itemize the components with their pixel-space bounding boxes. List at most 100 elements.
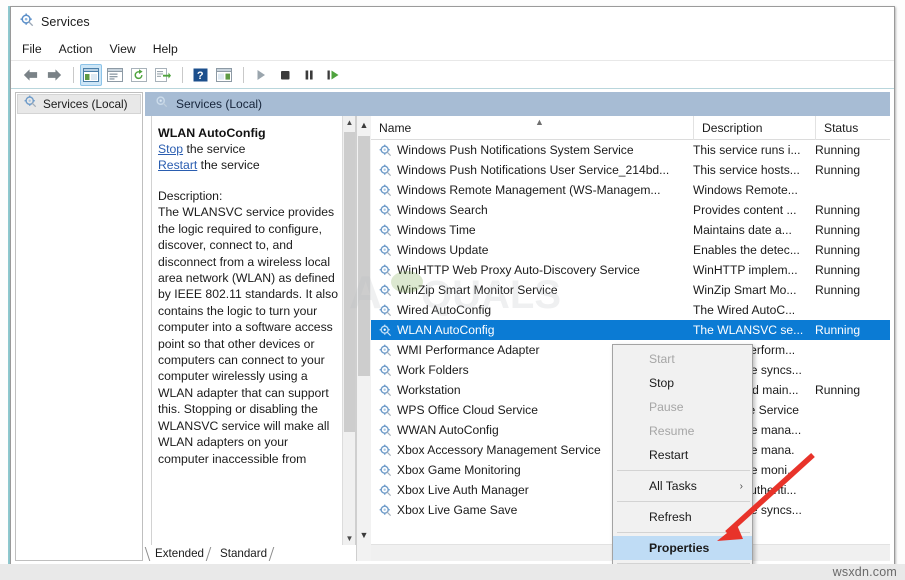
service-name-cell: WinZip Smart Monitor Service <box>379 283 558 297</box>
tab-standard[interactable]: Standard <box>210 547 273 561</box>
service-name-label: Xbox Live Game Save <box>397 503 517 517</box>
menu-view[interactable]: View <box>110 40 145 58</box>
service-gear-icon <box>379 304 392 317</box>
stop-service-link[interactable]: Stop <box>158 142 183 156</box>
column-header-status[interactable]: Status <box>815 116 890 140</box>
detail-scroll-thumb[interactable] <box>344 132 355 432</box>
detail-scroll-up-icon[interactable]: ▲ <box>343 116 356 129</box>
service-description-cell: Maintains date a... <box>693 223 792 237</box>
services-gear-icon <box>24 95 37 113</box>
services-gear-icon <box>20 13 34 32</box>
detail-service-title: WLAN AutoConfig <box>158 126 341 140</box>
menu-action[interactable]: Action <box>59 40 102 58</box>
restart-service-link[interactable]: Restart <box>158 158 197 172</box>
service-name-cell: WinHTTP Web Proxy Auto-Discovery Service <box>379 263 640 277</box>
description-text: The WLANSVC service provides the logic r… <box>158 204 341 467</box>
table-row[interactable]: Windows TimeMaintains date a...Running <box>371 220 890 240</box>
description-label: Description: <box>158 188 341 204</box>
detail-scrollbar[interactable]: ▲ ▼ <box>342 116 355 545</box>
context-menu-item-restart[interactable]: Restart <box>613 443 752 467</box>
bottom-strip <box>0 564 905 580</box>
show-hide-console-tree-button[interactable] <box>80 64 102 86</box>
service-name-label: Windows Time <box>397 223 476 237</box>
context-menu-item-label: Refresh <box>649 510 692 524</box>
service-description-cell: Provides content ... <box>693 203 797 217</box>
table-row[interactable]: WinZip Smart Monitor ServiceWinZip Smart… <box>371 280 890 300</box>
context-menu-item-label: Pause <box>649 400 684 414</box>
restart-link-suffix: the service <box>197 158 259 172</box>
service-gear-icon <box>379 204 392 217</box>
table-row[interactable]: Windows SearchProvides content ...Runnin… <box>371 200 890 220</box>
services-gear-icon <box>155 95 168 113</box>
table-row[interactable]: WLAN AutoConfig The WLANSVC se... Running <box>371 320 890 340</box>
tab-standard-label: Standard <box>220 547 267 560</box>
context-menu-item-label: All Tasks <box>649 479 697 493</box>
service-name-label: Xbox Accessory Management Service <box>397 443 601 457</box>
table-row[interactable]: Windows Push Notifications System Servic… <box>371 140 890 160</box>
context-menu-item-stop[interactable]: Stop <box>613 371 752 395</box>
column-header-name[interactable]: Name ▲ <box>371 116 693 140</box>
stop-service-button[interactable] <box>274 64 296 86</box>
list-scroll-down-icon[interactable]: ▼ <box>357 526 371 543</box>
column-header-description-label: Description <box>702 121 763 135</box>
restart-service-button[interactable] <box>322 64 344 86</box>
refresh-button[interactable] <box>128 64 150 86</box>
service-name-cell: Wired AutoConfig <box>379 303 491 317</box>
column-header-name-label: Name <box>379 121 411 135</box>
properties-button[interactable] <box>104 64 126 86</box>
service-status-cell: Running <box>815 323 860 337</box>
service-name-cell: Windows Remote Management (WS-Managem... <box>379 183 660 197</box>
forward-button[interactable] <box>43 64 65 86</box>
table-row[interactable]: Wired AutoConfigThe Wired AutoC... <box>371 300 890 320</box>
export-list-button[interactable] <box>152 64 174 86</box>
context-menu-item-label: Stop <box>649 376 674 390</box>
service-gear-icon <box>379 484 392 497</box>
console-tree-pane: Services (Local) <box>15 92 143 561</box>
toolbar-separator <box>73 67 74 83</box>
pause-service-button[interactable] <box>298 64 320 86</box>
services-window: Services File Action View Help <box>10 6 895 566</box>
start-service-button[interactable] <box>250 64 272 86</box>
service-gear-icon <box>379 184 392 197</box>
tree-node-services-local[interactable]: Services (Local) <box>17 94 141 114</box>
service-name-label: Workstation <box>397 383 461 397</box>
service-name-cell: WPS Office Cloud Service <box>379 403 538 417</box>
show-hide-action-pane-button[interactable] <box>213 64 235 86</box>
list-scrollbar[interactable]: ▲ ▼ <box>357 116 371 561</box>
list-scroll-thumb[interactable] <box>358 136 370 376</box>
service-gear-icon <box>379 464 392 477</box>
service-description-cell: The WLANSVC se... <box>693 323 803 337</box>
service-name-label: Windows Update <box>397 243 488 257</box>
table-row[interactable]: Windows Push Notifications User Service_… <box>371 160 890 180</box>
context-menu-separator <box>617 501 750 502</box>
table-row[interactable]: Windows Remote Management (WS-Managem...… <box>371 180 890 200</box>
service-name-cell: Workstation <box>379 383 461 397</box>
service-status-cell: Running <box>815 243 860 257</box>
service-name-label: WPS Office Cloud Service <box>397 403 538 417</box>
pane-header: Services (Local) <box>145 92 890 116</box>
pane-header-label: Services (Local) <box>176 97 262 111</box>
service-detail-content: WLAN AutoConfig Stop the service Restart… <box>151 116 341 545</box>
service-name-label: WLAN AutoConfig <box>397 323 494 337</box>
help-button[interactable]: ? <box>189 64 211 86</box>
service-gear-icon <box>379 144 392 157</box>
context-menu-item-all-tasks[interactable]: All Tasks› <box>613 474 752 498</box>
tab-extended[interactable]: Extended <box>145 547 210 561</box>
service-name-label: Wired AutoConfig <box>397 303 491 317</box>
service-name-label: Windows Remote Management (WS-Managem... <box>397 183 660 197</box>
menu-help[interactable]: Help <box>153 40 187 58</box>
detail-scroll-down-icon[interactable]: ▼ <box>343 532 356 545</box>
table-row[interactable]: WinHTTP Web Proxy Auto-Discovery Service… <box>371 260 890 280</box>
back-button[interactable] <box>19 64 41 86</box>
context-menu-item-properties[interactable]: Properties <box>613 536 752 560</box>
menu-file[interactable]: File <box>22 40 51 58</box>
menu-bar: File Action View Help <box>11 37 894 61</box>
list-scroll-up-icon[interactable]: ▲ <box>357 116 371 133</box>
service-name-label: Xbox Game Monitoring <box>397 463 521 477</box>
table-row[interactable]: Windows UpdateEnables the detec...Runnin… <box>371 240 890 260</box>
context-menu-item-refresh[interactable]: Refresh <box>613 505 752 529</box>
column-header-description[interactable]: Description <box>693 116 815 140</box>
service-status-cell: Running <box>815 203 860 217</box>
service-name-cell: Xbox Live Auth Manager <box>379 483 529 497</box>
service-gear-icon <box>379 264 392 277</box>
